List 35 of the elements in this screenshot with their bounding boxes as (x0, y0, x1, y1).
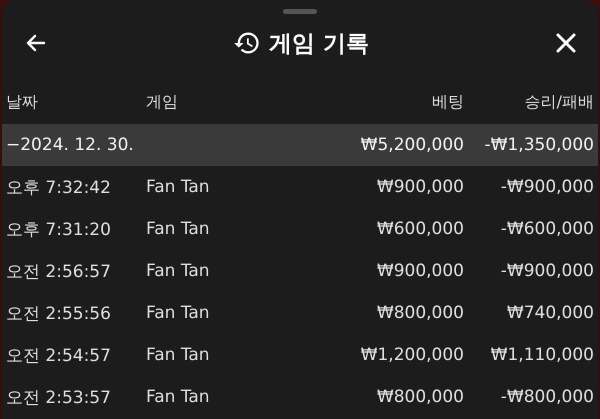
table-cell-text: 오전 2:55:56 (6, 302, 112, 324)
table-cell-text: ₩900,000 (376, 177, 464, 197)
table-cell-text: Fan Tan (146, 177, 211, 197)
table-cell-text: Fan Tan (146, 303, 211, 323)
table-cell-text: ₩600,000 (376, 219, 464, 239)
table-cell-text: -₩900,000 (500, 261, 594, 281)
table-cell-text: ₩800,000 (376, 303, 464, 323)
date-group-row[interactable]: −2024. 12. 30. ₩5,200,000 -₩1,350,000 (2, 124, 598, 166)
drag-handle[interactable] (283, 9, 317, 14)
group-date: −2024. 12. 30. (6, 135, 135, 155)
table-cell-text: -₩800,000 (500, 387, 594, 407)
table-cell-text: 오전 2:56:57 (6, 260, 112, 282)
table-cell-text: Fan Tan (146, 219, 211, 239)
table-cell-text: ₩900,000 (376, 261, 464, 281)
table-cell-text: 오전 2:54:57 (6, 344, 112, 366)
table-cell-text: ₩800,000 (376, 387, 464, 407)
close-icon (554, 31, 578, 55)
column-header: 베팅 (431, 92, 464, 112)
table-cell-text: Fan Tan (146, 261, 211, 281)
column-header: 승리/패배 (524, 92, 594, 112)
table-cell-text: Fan Tan (146, 345, 211, 365)
table-cell-text: -₩600,000 (500, 219, 594, 239)
table-cell-text: Fan Tan (146, 387, 211, 407)
table-cell-text: -₩900,000 (500, 177, 594, 197)
table-cell-text: 오전 2:53:57 (6, 386, 112, 408)
window-title: 게임 기록 (268, 30, 369, 58)
column-header: 게임 (146, 92, 179, 112)
column-header: 날짜 (6, 92, 39, 112)
group-result-total: -₩1,350,000 (484, 135, 594, 155)
table-cell-text: ₩1,110,000 (490, 345, 594, 365)
table-cell-text: 오후 7:32:42 (6, 176, 112, 198)
group-bet-total: ₩5,200,000 (360, 135, 464, 155)
table-cell-text: ₩740,000 (506, 303, 594, 323)
table-cell-text: ₩1,200,000 (360, 345, 464, 365)
table-cell-text: 오후 7:31:20 (6, 218, 112, 240)
